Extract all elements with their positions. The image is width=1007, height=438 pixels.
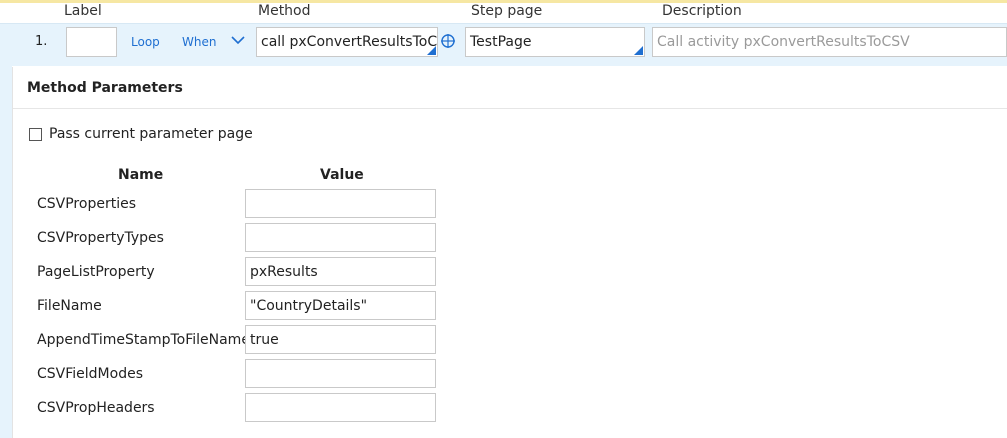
- description-input[interactable]: Call activity pxConvertResultsToCSV: [652, 27, 1007, 57]
- step-page-value: TestPage: [470, 34, 532, 50]
- param-value-input[interactable]: [245, 393, 436, 422]
- crosshair-icon[interactable]: [440, 33, 456, 49]
- param-name: CSVProperties: [37, 196, 136, 212]
- step-label-input[interactable]: [66, 27, 117, 57]
- pass-param-label: Pass current parameter page: [49, 126, 253, 142]
- param-value-input[interactable]: [245, 223, 436, 252]
- column-header-value: Value: [320, 167, 364, 183]
- param-value-input[interactable]: pxResults: [245, 257, 436, 286]
- param-name: CSVFieldModes: [37, 366, 143, 382]
- step-header-row: Label Method Step page Description: [0, 3, 1007, 23]
- param-value-input[interactable]: "CountryDetails": [245, 291, 436, 320]
- method-input-value: call pxConvertResultsToCSV: [261, 34, 438, 50]
- column-header-name: Name: [118, 167, 164, 183]
- param-value-input[interactable]: [245, 189, 436, 218]
- panel-title: Method Parameters: [27, 80, 183, 96]
- step-page-input[interactable]: TestPage: [465, 27, 645, 57]
- header-method: Method: [258, 3, 311, 19]
- param-name: CSVPropHeaders: [37, 400, 155, 416]
- method-input[interactable]: call pxConvertResultsToCSV: [256, 27, 438, 57]
- autocomplete-corner-icon: [634, 46, 643, 55]
- header-description: Description: [662, 3, 742, 19]
- step-row: 1. Loop When call pxConvertResultsToCSV …: [0, 23, 1007, 66]
- chevron-down-icon[interactable]: [230, 32, 246, 48]
- param-name: CSVPropertyTypes: [37, 230, 164, 246]
- param-name: FileName: [37, 298, 102, 314]
- param-value-input[interactable]: [245, 359, 436, 388]
- when-link[interactable]: When: [182, 35, 216, 49]
- pass-param-checkbox[interactable]: [29, 128, 42, 141]
- loop-link[interactable]: Loop: [131, 35, 160, 49]
- autocomplete-corner-icon: [427, 46, 436, 55]
- param-name: PageListProperty: [37, 264, 155, 280]
- method-parameters-panel: Method Parameters Pass current parameter…: [12, 67, 1007, 438]
- step-number: 1.: [35, 34, 48, 49]
- header-label: Label: [64, 3, 102, 19]
- param-value-input[interactable]: true: [245, 325, 436, 354]
- header-step-page: Step page: [471, 3, 543, 19]
- left-gutter: [0, 65, 12, 438]
- param-name: AppendTimeStampToFileName: [37, 332, 250, 348]
- panel-divider: [13, 108, 1007, 109]
